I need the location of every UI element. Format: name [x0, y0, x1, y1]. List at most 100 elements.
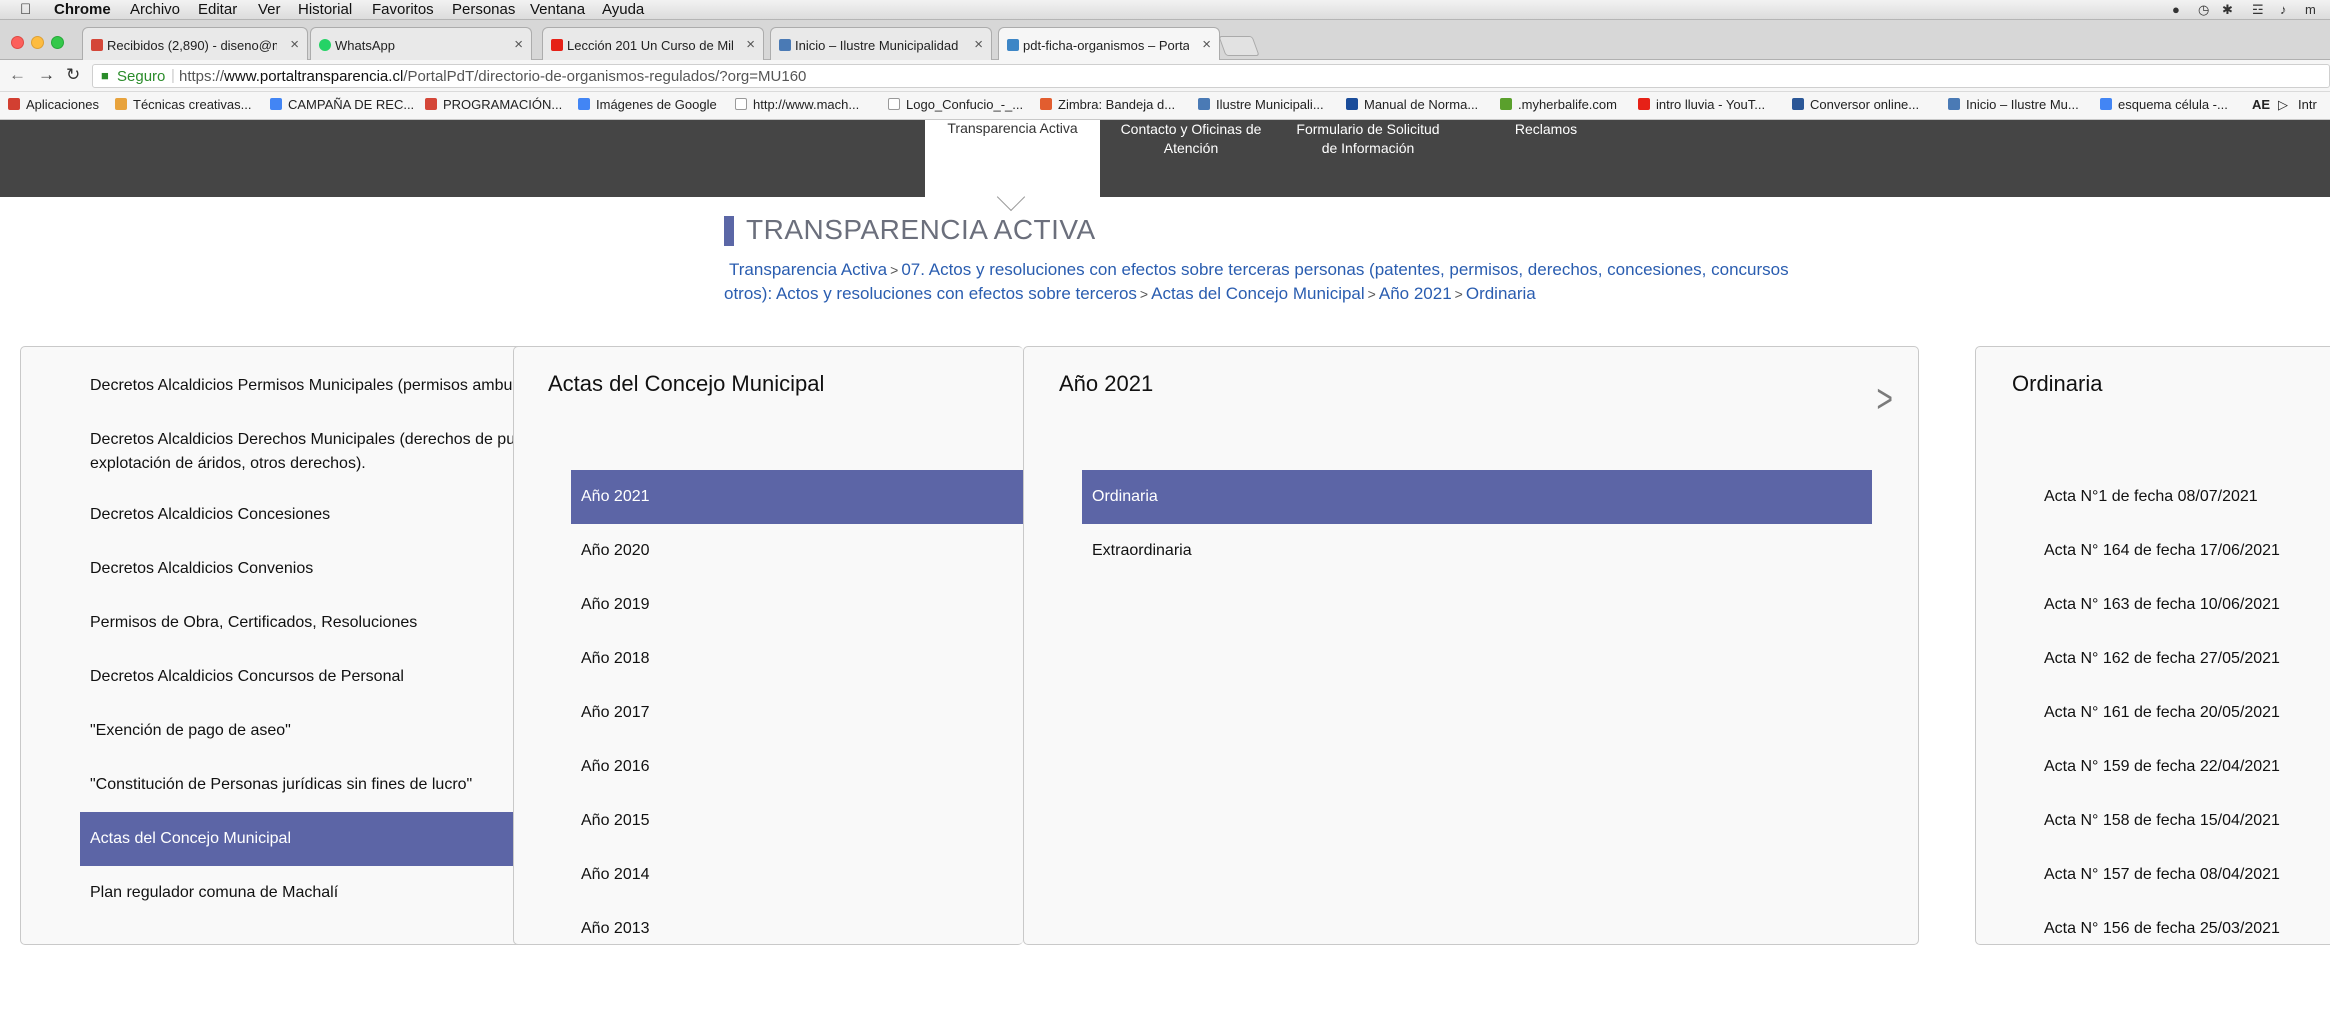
- list-item[interactable]: Acta N° 164 de fecha 17/06/2021: [2034, 524, 2330, 578]
- list-item[interactable]: Año 2015: [571, 794, 1023, 848]
- bookmark-item[interactable]: Logo_Confucio_-_...: [888, 97, 1023, 112]
- bluetooth-icon[interactable]: ✱: [2222, 2, 2233, 18]
- list-item[interactable]: "Constitución de Personas jurídicas sin …: [80, 758, 539, 812]
- bookmark-item[interactable]: Inicio – Ilustre Mu...: [1948, 97, 2079, 112]
- list-item[interactable]: Extraordinaria: [1082, 524, 1872, 578]
- list-item[interactable]: Año 2018: [571, 632, 1023, 686]
- minimize-window-icon[interactable]: [31, 36, 44, 49]
- bookmark-item[interactable]: PROGRAMACIÓN...: [425, 97, 562, 112]
- close-tab-icon[interactable]: ×: [1202, 36, 1211, 53]
- list-item[interactable]: Acta N° 156 de fecha 25/03/2021: [2034, 902, 2330, 944]
- bookmark-item[interactable]: CAMPAÑA DE REC...: [270, 97, 414, 112]
- list-item[interactable]: Acta N° 157 de fecha 08/04/2021: [2034, 848, 2330, 902]
- bookmark-item[interactable]: Técnicas creativas...: [115, 97, 252, 112]
- list-item-selected[interactable]: Año 2021: [571, 470, 1023, 524]
- url-text[interactable]: https://www.portaltransparencia.cl/Porta…: [179, 68, 806, 85]
- menu-ventana[interactable]: Ventana: [530, 1, 585, 18]
- bookmarks-overflow-icon[interactable]: ▷: [2278, 97, 2288, 113]
- list-item[interactable]: Año 2017: [571, 686, 1023, 740]
- breadcrumb-link[interactable]: Año 2021: [1379, 284, 1452, 303]
- panel-categories: Decretos Alcaldicios Permisos Municipale…: [20, 346, 540, 945]
- bookmarks-bar: Aplicaciones Técnicas creativas... CAMPA…: [0, 92, 2330, 120]
- tab-gmail[interactable]: Recibidos (2,890) - diseno@m ×: [82, 27, 308, 60]
- close-tab-icon[interactable]: ×: [290, 36, 299, 53]
- address-bar[interactable]: ■ Seguro | https://www.portaltransparenc…: [92, 64, 2330, 88]
- bookmark-item[interactable]: Conversor online...: [1792, 97, 1919, 112]
- close-tab-icon[interactable]: ×: [514, 36, 523, 53]
- breadcrumb-link[interactable]: Transparencia Activa: [729, 260, 887, 279]
- list-item[interactable]: Acta N° 158 de fecha 15/04/2021: [2034, 794, 2330, 848]
- breadcrumb: Transparencia Activa >07. Actos y resoluc…: [724, 260, 1789, 303]
- list-item[interactable]: Año 2016: [571, 740, 1023, 794]
- list-item-selected[interactable]: Ordinaria: [1082, 470, 1872, 524]
- bookmark-aplicaciones[interactable]: Aplicaciones: [8, 97, 99, 112]
- menu-favoritos[interactable]: Favoritos: [372, 1, 434, 18]
- list-item[interactable]: Permisos de Obra, Certificados, Resoluci…: [80, 596, 539, 650]
- nav-reclamos[interactable]: Reclamos: [1466, 120, 1626, 139]
- list-item[interactable]: Acta N° 162 de fecha 27/05/2021: [2034, 632, 2330, 686]
- bookmark-item[interactable]: .myherbalife.com: [1500, 97, 1617, 112]
- list-item[interactable]: Plan regulador comuna de Machalí: [80, 866, 539, 920]
- menu-historial[interactable]: Historial: [298, 1, 352, 18]
- zoom-window-icon[interactable]: [51, 36, 64, 49]
- bookmark-label: Imágenes de Google: [596, 97, 717, 112]
- bookmark-item[interactable]: Zimbra: Bandeja d...: [1040, 97, 1175, 112]
- list-item[interactable]: Año 2014: [571, 848, 1023, 902]
- bookmark-item[interactable]: Imágenes de Google: [578, 97, 717, 112]
- tab-whatsapp[interactable]: WhatsApp ×: [310, 27, 532, 60]
- list-item[interactable]: Año 2020: [571, 524, 1023, 578]
- user-initial[interactable]: m: [2305, 2, 2316, 17]
- list-item[interactable]: Decretos Alcaldicios Concesiones: [80, 488, 539, 542]
- apple-icon[interactable]: : [20, 1, 31, 18]
- bookmark-item[interactable]: AE: [2252, 97, 2270, 112]
- nav-contacto[interactable]: Contacto y Oficinas de Atención: [1111, 120, 1271, 158]
- wifi-icon[interactable]: ☲: [2252, 2, 2264, 18]
- list-item[interactable]: Acta N° 161 de fecha 20/05/2021: [2034, 686, 2330, 740]
- nav-formulario[interactable]: Formulario de Solicitud de Información: [1288, 120, 1448, 158]
- list-item[interactable]: Decretos Alcaldicios Derechos Municipale…: [80, 424, 539, 484]
- list-item[interactable]: Año 2019: [571, 578, 1023, 632]
- bookmark-item[interactable]: esquema célula -...: [2100, 97, 2228, 112]
- back-arrow-icon[interactable]: ←: [9, 65, 26, 85]
- tab-portal-transparencia[interactable]: pdt-ficha-organismos – Porta ×: [998, 27, 1220, 61]
- bookmark-item[interactable]: Ilustre Municipali...: [1198, 97, 1324, 112]
- menu-archivo[interactable]: Archivo: [130, 1, 180, 18]
- close-window-icon[interactable]: [11, 36, 24, 49]
- menu-app-name[interactable]: Chrome: [54, 1, 111, 18]
- lock-icon[interactable]: ■: [101, 68, 109, 83]
- list-item[interactable]: Acta N°1 de fecha 08/07/2021: [2034, 470, 2330, 524]
- menu-personas[interactable]: Personas: [452, 1, 515, 18]
- time-machine-icon[interactable]: ◷: [2198, 2, 2209, 18]
- close-tab-icon[interactable]: ×: [746, 36, 755, 53]
- list-item[interactable]: Decretos Alcaldicios Convenios: [80, 542, 539, 596]
- google-icon: [2100, 98, 2112, 110]
- reload-icon[interactable]: ↻: [66, 65, 80, 85]
- menu-ayuda[interactable]: Ayuda: [602, 1, 644, 18]
- bookmark-label: http://www.mach...: [753, 97, 860, 112]
- chevron-right-icon[interactable]: >: [1876, 377, 1892, 422]
- forward-arrow-icon[interactable]: →: [38, 65, 55, 85]
- list-item[interactable]: Año 2013: [571, 902, 1023, 944]
- bookmark-item[interactable]: intro lluvia - YouT...: [1638, 97, 1765, 112]
- google-icon: [270, 98, 282, 110]
- menu-ver[interactable]: Ver: [258, 1, 281, 18]
- breadcrumb-link[interactable]: Ordinaria: [1466, 284, 1536, 303]
- bookmark-item[interactable]: Intr: [2298, 97, 2317, 112]
- list-item[interactable]: Acta N° 159 de fecha 22/04/2021: [2034, 740, 2330, 794]
- volume-icon[interactable]: ♪: [2280, 2, 2287, 17]
- breadcrumb-link[interactable]: Actas del Concejo Municipal: [1151, 284, 1365, 303]
- bookmark-item[interactable]: http://www.mach...: [735, 97, 859, 112]
- bookmark-item[interactable]: Manual de Norma...: [1346, 97, 1478, 112]
- tab-youtube[interactable]: Lección 201 Un Curso de Mila ×: [542, 27, 764, 60]
- list-item[interactable]: "Exención de pago de aseo": [80, 704, 539, 758]
- list-item[interactable]: Decretos Alcaldicios Concursos de Person…: [80, 650, 539, 704]
- tab-municipalidad[interactable]: Inicio – Ilustre Municipalidad ×: [770, 27, 992, 60]
- close-tab-icon[interactable]: ×: [974, 36, 983, 53]
- new-tab-button[interactable]: [1218, 36, 1260, 56]
- menu-editar[interactable]: Editar: [198, 1, 237, 18]
- list-item[interactable]: Decretos Alcaldicios Permisos Municipale…: [80, 359, 539, 413]
- tray-app-icon[interactable]: ●: [2172, 2, 2180, 17]
- list-item-selected[interactable]: Actas del Concejo Municipal: [80, 812, 539, 866]
- tab-title: WhatsApp: [335, 38, 395, 53]
- list-item[interactable]: Acta N° 163 de fecha 10/06/2021: [2034, 578, 2330, 632]
